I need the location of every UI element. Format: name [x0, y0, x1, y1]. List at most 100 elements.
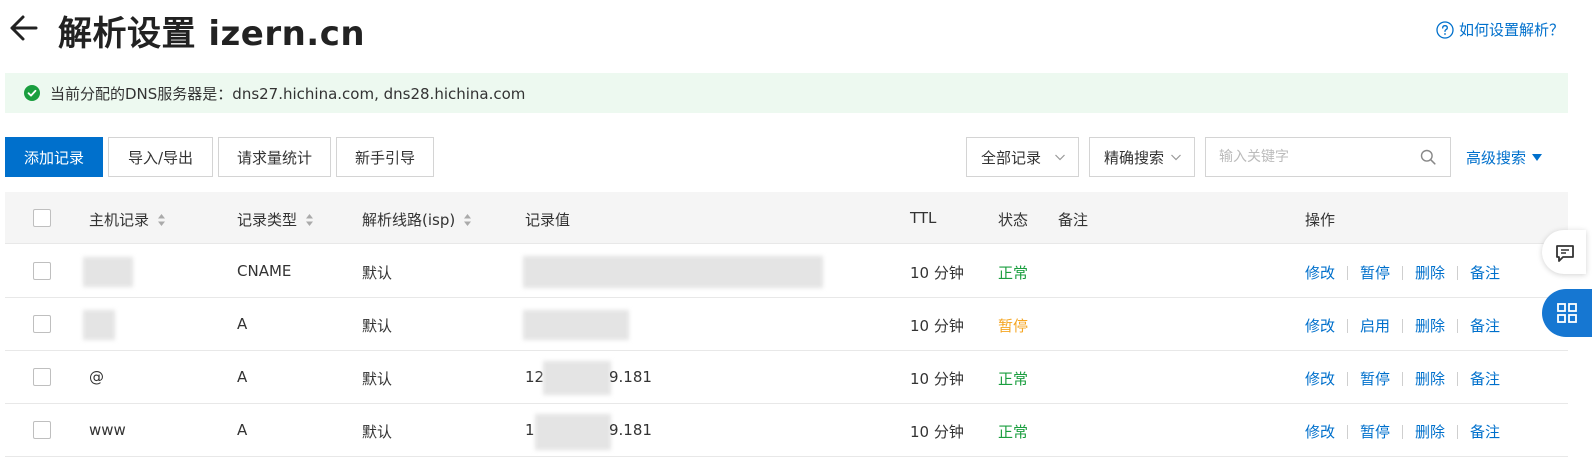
apps-float-button[interactable]: [1542, 289, 1592, 337]
redacted-value: [543, 361, 611, 395]
record-ttl: 10 分钟: [910, 264, 964, 282]
record-value-prefix: 1: [525, 421, 535, 439]
help-link[interactable]: 如何设置解析？: [1436, 19, 1564, 40]
redacted-value: [535, 414, 611, 450]
table-row: A 默认 10 分钟 暂停 修改 启用 删除 备注: [5, 298, 1568, 351]
search-input[interactable]: [1206, 138, 1416, 176]
delete-link[interactable]: 删除: [1415, 421, 1445, 442]
import-export-button[interactable]: 导入/导出: [108, 137, 213, 177]
row-checkbox[interactable]: [33, 315, 51, 333]
search-icon[interactable]: [1420, 149, 1436, 165]
divider: [1402, 424, 1404, 439]
record-type: A: [237, 421, 248, 439]
record-type: A: [237, 315, 248, 333]
column-actions-label: 操作: [1305, 211, 1336, 229]
remark-link[interactable]: 备注: [1470, 315, 1500, 336]
chevron-down-icon: [1055, 154, 1065, 161]
record-type: A: [237, 368, 248, 386]
pause-link[interactable]: 暂停: [1360, 421, 1390, 442]
row-actions: 修改 暂停 删除 备注: [1305, 262, 1500, 283]
add-record-button[interactable]: 添加记录: [5, 137, 103, 177]
chat-icon: [1556, 245, 1574, 262]
divider: [1457, 318, 1459, 333]
edit-link[interactable]: 修改: [1305, 368, 1335, 389]
redacted-value: [523, 310, 629, 340]
delete-link[interactable]: 删除: [1415, 262, 1445, 283]
back-button[interactable]: [8, 12, 40, 44]
record-line: 默认: [362, 370, 393, 388]
beginner-guide-button[interactable]: 新手引导: [336, 137, 434, 177]
redacted-host: [83, 310, 115, 340]
divider: [1347, 265, 1349, 280]
record-ttl: 10 分钟: [910, 317, 964, 335]
status-badge: 暂停: [998, 317, 1029, 335]
sort-icon[interactable]: [157, 213, 166, 227]
column-remark: 备注: [1058, 209, 1088, 230]
record-value-prefix: 12: [525, 368, 545, 386]
pause-link[interactable]: 暂停: [1360, 262, 1390, 283]
remark-link[interactable]: 备注: [1470, 262, 1500, 283]
record-value-suffix: 9.181: [609, 421, 652, 439]
arrow-left-icon: [10, 15, 38, 41]
divider: [1402, 265, 1404, 280]
column-ttl-label: TTL: [910, 209, 937, 227]
record-ttl: 10 分钟: [910, 370, 964, 388]
edit-link[interactable]: 修改: [1305, 421, 1335, 442]
chat-float-button[interactable]: [1542, 230, 1586, 274]
divider: [1402, 371, 1404, 386]
pause-link[interactable]: 暂停: [1360, 368, 1390, 389]
status-badge: 正常: [998, 264, 1029, 282]
check-circle-icon: [24, 85, 40, 101]
row-actions: 修改 暂停 删除 备注: [1305, 368, 1500, 389]
caret-down-icon: [1532, 153, 1543, 161]
column-ttl: TTL: [910, 209, 936, 227]
divider: [1347, 371, 1349, 386]
advanced-search-toggle[interactable]: 高级搜索: [1466, 147, 1543, 168]
search-box: [1205, 137, 1451, 177]
divider: [1457, 424, 1459, 439]
row-checkbox[interactable]: [33, 368, 51, 386]
search-mode-value: 精确搜索: [1104, 148, 1165, 167]
column-type: 记录类型: [237, 209, 314, 230]
question-circle-icon: [1436, 20, 1454, 39]
row-checkbox[interactable]: [33, 262, 51, 280]
record-line: 默认: [362, 264, 393, 282]
record-host: www: [89, 421, 126, 439]
status-badge: 正常: [998, 423, 1029, 441]
delete-link[interactable]: 删除: [1415, 315, 1445, 336]
divider: [1402, 318, 1404, 333]
divider: [1347, 424, 1349, 439]
status-badge: 正常: [998, 370, 1029, 388]
advanced-search-label[interactable]: 高级搜索: [1466, 147, 1526, 168]
enable-link[interactable]: 启用: [1360, 315, 1390, 336]
remark-link[interactable]: 备注: [1470, 368, 1500, 389]
select-all-checkbox[interactable]: [33, 209, 51, 227]
help-link-label[interactable]: 如何设置解析？: [1459, 19, 1564, 40]
record-line: 默认: [362, 317, 393, 335]
row-actions: 修改 暂停 删除 备注: [1305, 421, 1500, 442]
column-remark-label: 备注: [1058, 211, 1089, 229]
column-actions: 操作: [1305, 209, 1335, 230]
row-checkbox[interactable]: [33, 421, 51, 439]
sort-icon[interactable]: [305, 213, 314, 227]
record-type: CNAME: [237, 262, 292, 280]
record-filter-value: 全部记录: [981, 148, 1042, 167]
column-value: 记录值: [525, 209, 570, 230]
column-value-label: 记录值: [525, 211, 571, 229]
remark-link[interactable]: 备注: [1470, 421, 1500, 442]
search-mode-select[interactable]: 精确搜索: [1089, 137, 1195, 177]
divider: [1347, 318, 1349, 333]
redacted-value: [523, 256, 823, 288]
table-header: 主机记录 记录类型 解析线路(isp) 记录值 TTL 状态 备注 操作: [5, 192, 1568, 244]
column-type-label: 记录类型: [237, 211, 298, 229]
edit-link[interactable]: 修改: [1305, 262, 1335, 283]
edit-link[interactable]: 修改: [1305, 315, 1335, 336]
request-stats-button[interactable]: 请求量统计: [218, 137, 331, 177]
delete-link[interactable]: 删除: [1415, 368, 1445, 389]
chevron-down-icon: [1171, 154, 1181, 161]
sort-icon[interactable]: [463, 213, 472, 227]
column-line: 解析线路(isp): [362, 209, 472, 230]
page-title: 解析设置 izern.cn: [58, 14, 366, 54]
record-ttl: 10 分钟: [910, 423, 964, 441]
record-filter-select[interactable]: 全部记录: [966, 137, 1079, 177]
